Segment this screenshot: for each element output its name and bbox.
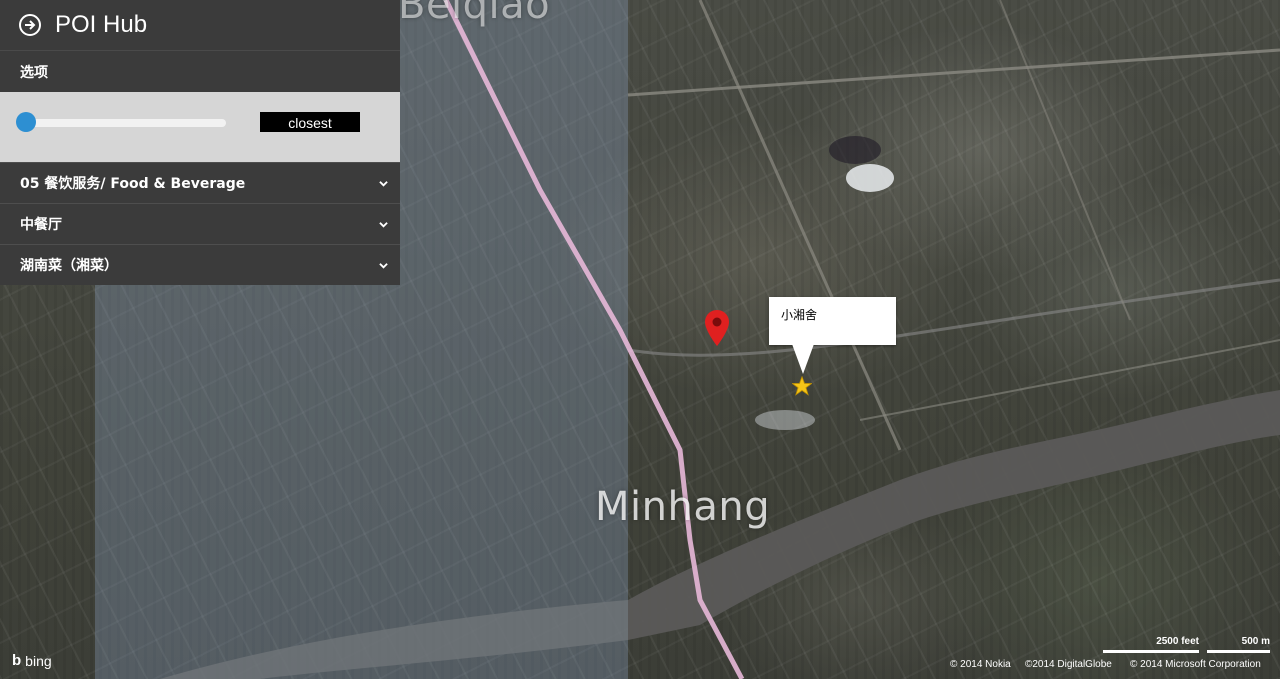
cloud — [755, 410, 815, 430]
options-heading: 选项 — [0, 51, 400, 92]
bing-b-icon: b — [12, 652, 22, 669]
arrow-right-circle-icon[interactable] — [19, 14, 41, 36]
copyright-digitalglobe: ©2014 DigitalGlobe — [1025, 659, 1112, 670]
river-west — [160, 600, 628, 679]
panel-header: POI Hub — [0, 0, 400, 51]
cloud — [846, 164, 894, 192]
scale-label-feet: 2500 feet — [1156, 636, 1199, 647]
cloud-shadow — [829, 136, 881, 164]
distance-slider-track[interactable] — [20, 119, 226, 127]
place-label-minhang: Minhang — [595, 484, 771, 530]
scale-bar-meters — [1207, 650, 1270, 653]
poi-callout-name: 小湘舍 — [781, 308, 818, 322]
place-label-beiqiao: Beiqiao — [398, 0, 551, 28]
star-icon[interactable] — [792, 376, 812, 396]
scale-bar-feet — [1103, 650, 1199, 653]
chevron-down-icon — [379, 221, 388, 228]
bing-label: bing — [25, 652, 52, 669]
controls-area: closest — [0, 92, 400, 162]
app-title: POI Hub — [55, 11, 148, 38]
copyright-microsoft: © 2014 Microsoft Corporation — [1130, 659, 1261, 670]
chevron-down-icon — [379, 180, 388, 187]
sort-closest-button[interactable]: closest — [260, 112, 360, 132]
bing-logo[interactable]: b bing — [12, 652, 52, 669]
chevron-down-icon — [379, 262, 388, 269]
cuisine-dropdown[interactable]: 湖南菜（湘菜） — [0, 244, 400, 285]
subcategory-dropdown-label: 中餐厅 — [20, 217, 62, 233]
poi-callout[interactable]: 小湘舍 — [769, 297, 896, 345]
category-dropdown[interactable]: 05 餐饮服务/ Food & Beverage — [0, 162, 400, 203]
distance-slider-thumb[interactable] — [16, 112, 36, 132]
road — [999, 0, 1131, 321]
cuisine-dropdown-label: 湖南菜（湘菜） — [20, 258, 118, 274]
copyright-nokia: © 2014 Nokia — [950, 659, 1011, 670]
map-pin-icon[interactable] — [705, 310, 729, 346]
scale-label-meters: 500 m — [1241, 636, 1270, 647]
poi-panel: POI Hub 选项 closest 05 餐饮服务/ Food & Bever… — [0, 0, 400, 285]
rail-line — [443, 0, 745, 679]
options-label: 选项 — [20, 64, 48, 81]
subcategory-dropdown[interactable]: 中餐厅 — [0, 203, 400, 244]
category-dropdown-label: 05 餐饮服务/ Food & Beverage — [20, 176, 246, 192]
poi-callout-tail — [792, 344, 814, 374]
